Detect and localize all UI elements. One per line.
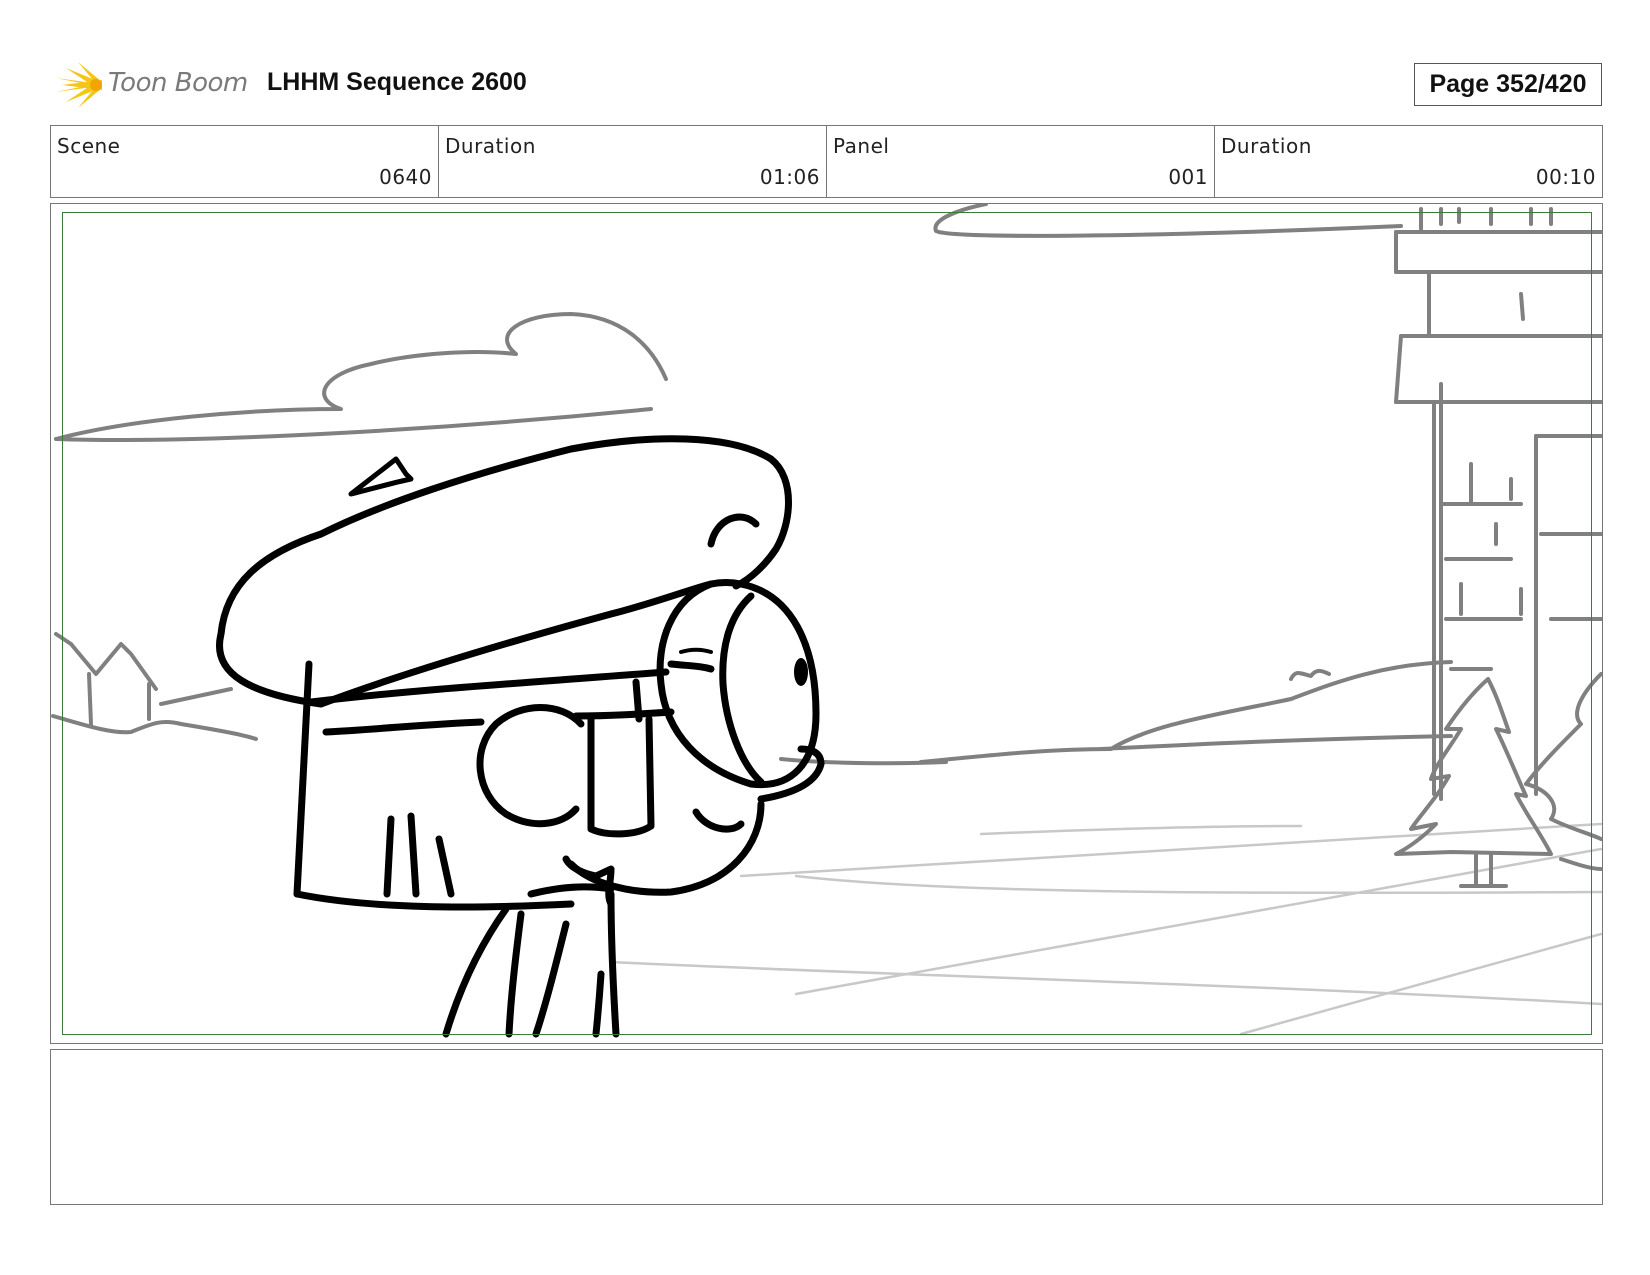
panel-duration-label: Duration bbox=[1221, 134, 1312, 158]
toon-boom-logo: Toon Boom bbox=[52, 58, 252, 112]
logo-text: Toon Boom bbox=[108, 68, 248, 98]
perspective-lines bbox=[609, 822, 1602, 1036]
scene-value: 0640 bbox=[379, 165, 432, 189]
scene-duration-label: Duration bbox=[445, 134, 536, 158]
panel-info-row: Scene 0640 Duration 01:06 Panel 001 Dura… bbox=[50, 125, 1603, 198]
scene-label: Scene bbox=[57, 134, 121, 158]
panel-cell: Panel 001 bbox=[827, 126, 1215, 197]
panel-value: 001 bbox=[1168, 165, 1208, 189]
starburst-icon bbox=[56, 62, 102, 108]
panel-duration-value: 00:10 bbox=[1535, 165, 1596, 189]
panel-notes-box bbox=[50, 1049, 1603, 1205]
scene-duration-value: 01:06 bbox=[759, 165, 820, 189]
page-number: Page 352/420 bbox=[1414, 63, 1602, 106]
panel-duration-cell: Duration 00:10 bbox=[1215, 126, 1602, 197]
character-sketch bbox=[216, 435, 825, 1038]
scene-duration-cell: Duration 01:06 bbox=[439, 126, 827, 197]
storyboard-panel bbox=[50, 203, 1603, 1044]
scene-cell: Scene 0640 bbox=[51, 126, 439, 197]
sequence-title: LHHM Sequence 2600 bbox=[267, 68, 527, 96]
panel-sketch bbox=[51, 204, 1602, 1038]
panel-label: Panel bbox=[833, 134, 890, 158]
